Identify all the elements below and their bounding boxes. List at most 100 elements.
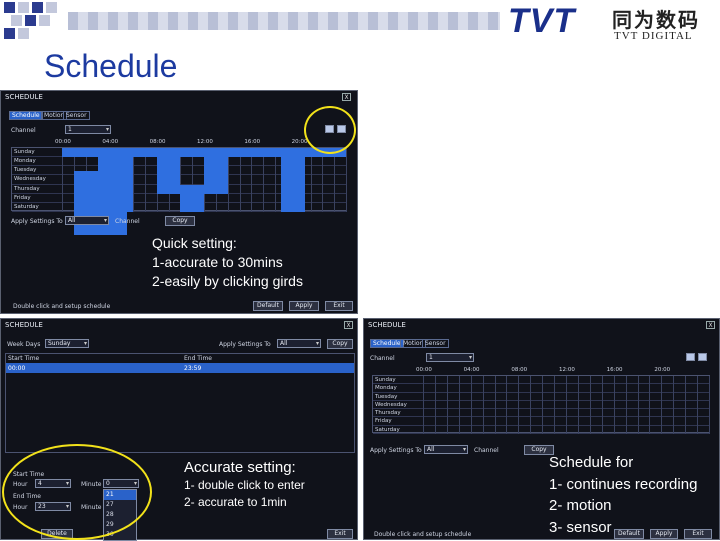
schedule-types-note: Schedule for 1- continues recording 2- m… — [549, 452, 697, 538]
schedule-grid[interactable]: Sunday Monday Tuesday Wednesday Thursday Frid… — [11, 147, 347, 235]
hour-label: 08:00 — [149, 139, 166, 145]
grid-hour-line — [613, 376, 615, 434]
grid-hour-line — [322, 148, 324, 212]
apply-settings-label: Apply Settings To — [11, 218, 63, 225]
grid-hour-line — [275, 148, 276, 212]
copy-button[interactable]: Copy — [165, 216, 195, 226]
grid-hour-line — [62, 148, 63, 212]
tab-sensor[interactable]: Sensor — [63, 111, 90, 120]
close-button[interactable]: X — [706, 321, 715, 329]
grid-hour-line — [423, 376, 424, 434]
note-line: 2-easily by clicking girds — [152, 273, 303, 289]
hour-label: 12:00 — [197, 139, 213, 145]
schedule-cell[interactable] — [180, 184, 204, 212]
hour-label: 12:00 — [559, 367, 575, 373]
window-title: SCHEDULE — [5, 93, 43, 101]
note-line: 2- accurate to 1min — [184, 495, 287, 509]
grid-hour-line — [673, 376, 675, 434]
apply-settings-select[interactable]: All — [277, 339, 321, 348]
grid-hour-line — [685, 376, 687, 434]
grid-hour-line — [625, 376, 627, 434]
day-label: Saturday — [375, 426, 400, 433]
header-bar: TVT 同为数码 TVT DIGITAL — [0, 0, 720, 42]
grid-hour-line — [310, 148, 312, 212]
logo-chinese-text: 同为数码 — [612, 8, 700, 32]
grid-hour-line — [458, 376, 460, 434]
apply-settings-select[interactable]: All — [424, 445, 468, 454]
day-label: Friday — [375, 418, 392, 425]
grid-hour-line — [346, 148, 347, 212]
grid-hour-line — [482, 376, 484, 434]
day-label: Sunday — [14, 149, 35, 155]
channel-label: Channel — [370, 355, 395, 362]
schedule-cell[interactable] — [280, 148, 305, 212]
hour-label: 16:00 — [606, 367, 623, 373]
hour-label: 00:00 — [55, 139, 71, 145]
edit-icon[interactable] — [686, 353, 695, 361]
note-line: Accurate setting: — [184, 459, 296, 476]
schedule-cell[interactable] — [97, 148, 133, 212]
grid-hour-line — [334, 148, 336, 212]
erase-icon[interactable] — [698, 353, 707, 361]
schedule-cell[interactable] — [156, 148, 181, 194]
hour-label: 00:00 — [416, 367, 432, 373]
decorative-squares — [4, 2, 64, 42]
note-line: 1-accurate to 30mins — [152, 254, 283, 270]
tab-schedule[interactable]: Schedule — [9, 111, 43, 120]
highlight-oval — [2, 444, 152, 540]
row-end-value: 23:59 — [184, 365, 202, 372]
column-end-time: End Time — [184, 355, 212, 362]
grid-hour-line — [263, 148, 265, 212]
grid-hour-line — [554, 376, 556, 434]
status-text: Double click and setup schedule — [13, 303, 111, 310]
highlight-oval — [304, 106, 356, 154]
exit-button[interactable]: Exit — [325, 301, 353, 311]
row-start-value: 00:00 — [8, 365, 26, 372]
day-label: Wednesday — [375, 401, 407, 408]
window-title: SCHEDULE — [5, 321, 43, 329]
grid-hour-line — [661, 376, 663, 434]
hour-label: 04:00 — [102, 139, 119, 145]
apply-button[interactable]: Apply — [289, 301, 319, 311]
grid-hour-line — [227, 148, 229, 212]
channel-select[interactable]: 1 — [426, 353, 474, 362]
tab-sensor[interactable]: Sensor — [422, 339, 449, 348]
grid-hour-line — [566, 376, 567, 434]
time-table: Start Time End Time 00:00 23:59 — [5, 353, 355, 453]
default-button[interactable]: Default — [253, 301, 283, 311]
table-row[interactable]: 00:00 23:59 — [6, 363, 354, 373]
day-label: Sunday — [375, 377, 396, 383]
logo-subtitle: TVT DIGITAL — [614, 30, 693, 42]
logo-text: TVT — [508, 2, 576, 40]
close-button[interactable]: X — [344, 321, 353, 329]
tab-schedule[interactable]: Schedule — [370, 339, 404, 348]
week-days-select[interactable]: Sunday — [45, 339, 89, 348]
grid-hour-line — [133, 148, 134, 212]
day-label: Thursday — [375, 410, 401, 417]
grid-hour-line — [144, 148, 146, 212]
note-line: 1- continues recording — [549, 475, 698, 493]
apply-settings-select[interactable]: All — [65, 216, 109, 225]
schedule-grid[interactable]: Sunday Monday Tuesday Wednesday Thursday Frid… — [372, 375, 710, 434]
note-line: 2- motion — [549, 497, 612, 514]
exit-button[interactable]: Exit — [327, 529, 353, 539]
note-line: Quick setting: — [152, 235, 237, 251]
copy-button[interactable]: Copy — [327, 339, 353, 349]
grid-hour-line — [434, 376, 436, 434]
channel-select[interactable]: 1 — [65, 125, 111, 134]
window-title: SCHEDULE — [368, 321, 406, 329]
grid-hour-line — [494, 376, 496, 434]
tvt-logo: TVT 同为数码 TVT DIGITAL — [508, 2, 720, 42]
close-button[interactable]: X — [342, 93, 351, 101]
grid-hour-line — [637, 376, 639, 434]
schedule-cell[interactable] — [204, 148, 228, 194]
hour-label: 04:00 — [463, 367, 480, 373]
quick-setting-note: Quick setting: 1-accurate to 30mins 2-ea… — [152, 234, 303, 291]
accurate-setting-note: Accurate setting: 1- double click to ent… — [184, 458, 305, 511]
grid-hour-line — [518, 376, 520, 434]
apply-settings-label: Apply Settings To — [370, 447, 422, 454]
hour-label: 20:00 — [654, 367, 671, 373]
day-label: Tuesday — [14, 167, 37, 174]
hour-label: 20:00 — [291, 139, 308, 145]
day-label: Monday — [14, 158, 36, 165]
